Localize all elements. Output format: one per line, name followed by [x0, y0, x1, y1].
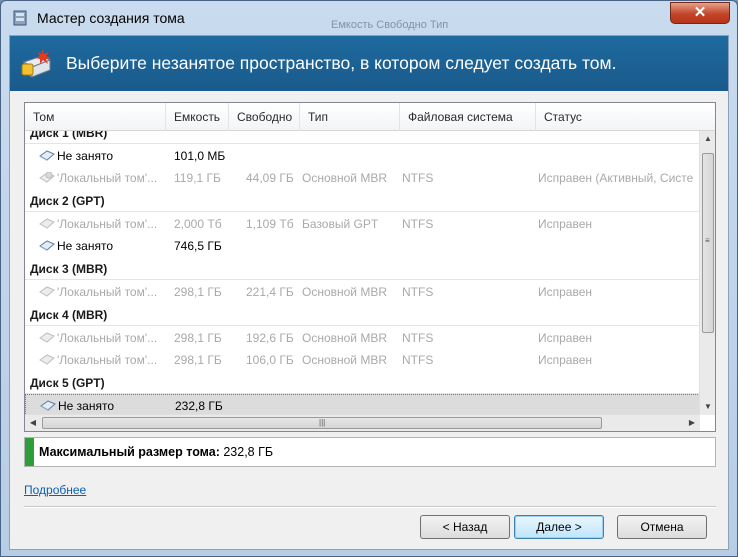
- list-item-volume: 'Локальный том'... 298,1 ГБ 106,0 ГБ Осн…: [25, 349, 700, 371]
- wizard-header: Выберите незанятое пространство, в котор…: [10, 36, 728, 91]
- column-header-status[interactable]: Статус: [536, 103, 715, 131]
- vertical-scrollbar[interactable]: ▲ ≡ ▼: [699, 131, 715, 415]
- vertical-scroll-thumb[interactable]: ≡: [702, 153, 714, 333]
- volume-icon: [39, 218, 55, 229]
- close-button[interactable]: ✕: [670, 2, 730, 24]
- max-volume-size-panel: Максимальный размер тома: 232,8 ГБ: [24, 437, 716, 467]
- horizontal-scrollbar[interactable]: ◀ ||| ▶: [25, 414, 700, 431]
- cancel-button[interactable]: Отмена: [617, 515, 707, 539]
- column-header-filesystem[interactable]: Файловая система: [400, 103, 536, 131]
- grip-icon: ≡: [705, 236, 710, 245]
- disk-app-icon: [13, 10, 27, 26]
- window-title: Мастер создания тома: [37, 10, 185, 26]
- unallocated-space-icon: [39, 150, 55, 161]
- volume-list[interactable]: Том Емкость Свободно Тип Файловая систем…: [24, 102, 716, 432]
- volume-icon: [39, 172, 55, 183]
- scroll-left-arrow-icon[interactable]: ◀: [25, 415, 41, 431]
- volume-icon: [39, 286, 55, 297]
- create-volume-wizard-icon: [21, 49, 52, 78]
- list-item-volume: 'Локальный том'... 2,000 Тб 1,109 Тб Баз…: [25, 213, 700, 235]
- title-bar[interactable]: Мастер создания тома Емкость Свободно Ти…: [1, 1, 737, 35]
- wizard-window: Мастер создания тома Емкость Свободно Ти…: [0, 0, 738, 557]
- back-button[interactable]: < Назад: [420, 515, 510, 539]
- list-item-volume: 'Локальный том'... 119,1 ГБ 44,09 ГБ Осн…: [25, 167, 700, 189]
- scroll-down-arrow-icon[interactable]: ▼: [700, 399, 715, 415]
- grip-icon: |||: [319, 418, 326, 427]
- disk-group-header: Диск 4 (MBR): [25, 304, 700, 326]
- unallocated-space-icon: [39, 240, 55, 251]
- list-column-header: Том Емкость Свободно Тип Файловая систем…: [25, 103, 715, 131]
- volume-icon: [39, 332, 55, 343]
- green-indicator-bar: [25, 438, 34, 466]
- wizard-client-area: Выберите незанятое пространство, в котор…: [9, 35, 729, 550]
- wizard-header-title: Выберите незанятое пространство, в котор…: [66, 53, 617, 73]
- background-window-ghost-text: Емкость Свободно Тип: [331, 19, 449, 31]
- list-rows: Диск 1 (MBR) Не занято 101,0 МБ 'Локальн…: [25, 131, 700, 415]
- list-item-volume: 'Локальный том'... 298,1 ГБ 221,4 ГБ Осн…: [25, 281, 700, 303]
- more-info-link[interactable]: Подробнее: [24, 483, 86, 497]
- max-volume-size-text: Максимальный размер тома: 232,8 ГБ: [39, 445, 274, 459]
- divider: [24, 506, 716, 508]
- list-item-volume: 'Локальный том'... 298,1 ГБ 192,6 ГБ Осн…: [25, 327, 700, 349]
- volume-icon: [39, 354, 55, 365]
- disk-group-header: Диск 1 (MBR): [25, 131, 700, 144]
- scroll-right-arrow-icon[interactable]: ▶: [684, 415, 700, 431]
- horizontal-scroll-thumb[interactable]: |||: [42, 417, 602, 429]
- disk-group-header: Диск 5 (GPT): [25, 372, 700, 394]
- unallocated-space-icon: [40, 400, 56, 411]
- list-item-unallocated[interactable]: Не занято 746,5 ГБ: [25, 235, 700, 257]
- column-header-free[interactable]: Свободно: [229, 103, 300, 131]
- disk-group-header: Диск 3 (MBR): [25, 258, 700, 280]
- close-icon: ✕: [693, 4, 707, 21]
- column-header-type[interactable]: Тип: [300, 103, 400, 131]
- column-header-volume[interactable]: Том: [25, 103, 166, 131]
- next-button[interactable]: Далее >: [514, 515, 604, 539]
- list-item-unallocated[interactable]: Не занято 101,0 МБ: [25, 145, 700, 167]
- disk-group-header: Диск 2 (GPT): [25, 190, 700, 212]
- column-header-capacity[interactable]: Емкость: [166, 103, 229, 131]
- scroll-up-arrow-icon[interactable]: ▲: [700, 131, 715, 147]
- list-item-unallocated-selected[interactable]: Не занято 232,8 ГБ: [25, 394, 700, 415]
